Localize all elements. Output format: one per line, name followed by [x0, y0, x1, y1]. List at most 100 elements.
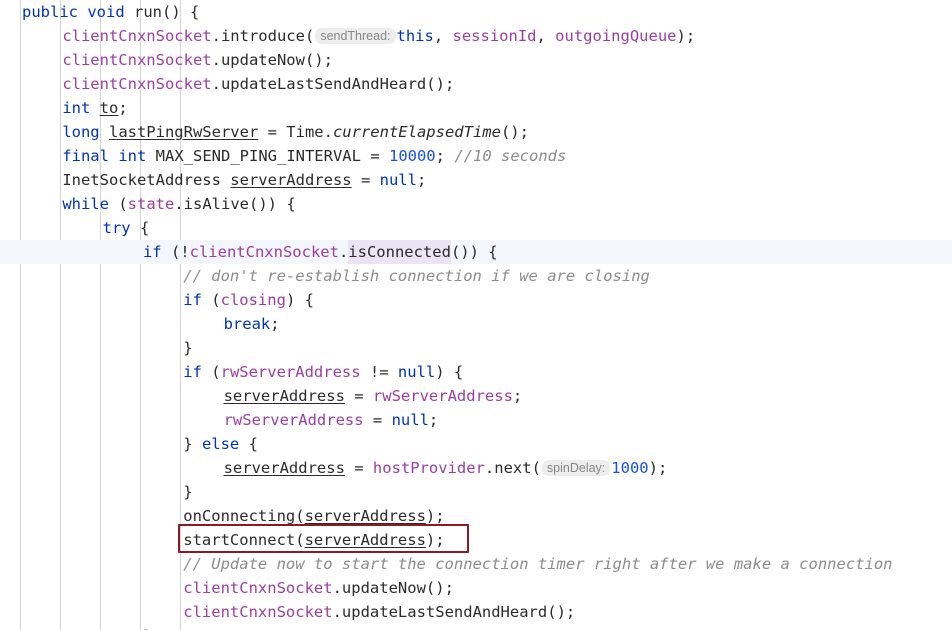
code-line[interactable]: final int MAX_SEND_PING_INTERVAL = 10000… — [0, 144, 952, 168]
code-token-fld: rwServerAddress — [372, 387, 513, 405]
code-token-kw: int — [118, 147, 147, 165]
code-line[interactable]: clientCnxnSocket.updateNow(); — [0, 48, 952, 72]
code-line[interactable]: serverAddress = hostProvider.next(spinDe… — [0, 456, 952, 480]
code-line[interactable]: clientCnxnSocket.updateLastSendAndHeard(… — [0, 72, 952, 96]
code-token-kw: long — [62, 123, 100, 141]
code-token-plain: . — [484, 459, 495, 477]
code-line[interactable]: if (!clientCnxnSocket.isConnected()) { — [0, 240, 952, 264]
code-token-num: 1000 — [611, 459, 649, 477]
code-token-lvar: serverAddress — [223, 459, 345, 477]
code-token-plain: ()) { — [249, 195, 296, 213]
code-token-plain: ; — [118, 99, 128, 117]
code-token-plain: , — [536, 27, 556, 45]
code-token-plain: = — [363, 411, 392, 429]
code-line[interactable]: } else { — [0, 432, 952, 456]
code-token-kw: else — [201, 435, 240, 453]
inlay-parameter-hint[interactable]: spinDelay: — [541, 460, 611, 476]
code-token-plain: , — [433, 27, 453, 45]
code-token-plain: MAX_SEND_PING_INTERVAL — [155, 147, 361, 165]
code-token-plain: ; — [270, 315, 280, 333]
code-line[interactable]: break; — [0, 312, 952, 336]
code-token-plain: ) { — [285, 291, 314, 309]
code-line[interactable]: // don't re-establish connection if we a… — [0, 264, 952, 288]
code-token-plain: ; — [512, 387, 523, 405]
code-token-plain: ); — [425, 507, 445, 525]
code-token-plain: (); — [304, 51, 333, 69]
code-token-kw: if — [183, 363, 202, 381]
code-token-kw: int — [62, 99, 91, 117]
code-line[interactable]: } — [0, 624, 952, 630]
code-token-plain: } — [183, 435, 202, 453]
code-token-fld: hostProvider — [372, 459, 485, 477]
code-token-plain: . — [323, 123, 333, 141]
code-token-mtd: updateLastSendAndHeard — [220, 75, 427, 93]
code-token-fld: clientCnxnSocket — [62, 27, 212, 45]
code-line[interactable]: startConnect(serverAddress); — [0, 528, 952, 552]
code-token-plain: ( — [531, 459, 541, 477]
code-token-fld: rwServerAddress — [223, 411, 364, 429]
code-token-mtd: updateNow — [341, 579, 426, 597]
code-line[interactable]: long lastPingRwServer = Time.currentElap… — [0, 120, 952, 144]
code-token-fld: state — [127, 195, 175, 213]
code-token-plain: } — [143, 624, 152, 630]
code-token-plain: () { — [162, 3, 200, 21]
code-token-plain: . — [211, 75, 221, 93]
code-token-plain: (); — [426, 75, 455, 93]
code-token-plain: . — [211, 51, 221, 69]
code-line[interactable]: } — [0, 336, 952, 360]
code-token-plain: ; — [416, 171, 427, 189]
code-token-fld: rwServerAddress — [220, 363, 361, 381]
code-line[interactable]: rwServerAddress = null; — [0, 408, 952, 432]
code-line[interactable]: while (state.isAlive()) { — [0, 192, 952, 216]
code-token-plain: (); — [547, 603, 576, 621]
code-token-plain: ( — [108, 195, 128, 213]
code-line[interactable]: clientCnxnSocket.updateNow(); — [0, 576, 952, 600]
code-token-kw: null — [397, 363, 436, 381]
code-token-plain: ; — [428, 411, 439, 429]
code-token-kw: void — [87, 3, 125, 21]
code-token-fld: outgoingQueue — [555, 27, 677, 45]
code-token-lvar: serverAddress — [304, 507, 426, 525]
code-token-plain: ( — [295, 531, 305, 549]
inlay-parameter-hint[interactable]: sendThread: — [315, 28, 396, 44]
code-line[interactable]: serverAddress = rwServerAddress; — [0, 384, 952, 408]
code-token-plain: ); — [425, 531, 445, 549]
code-token-plain: ; — [435, 147, 455, 165]
code-token-plain: ( — [295, 507, 305, 525]
code-line[interactable]: clientCnxnSocket.introduce(sendThread: th… — [0, 24, 952, 48]
code-token-stat: currentElapsedTime — [332, 123, 501, 141]
code-line[interactable]: } — [0, 480, 952, 504]
code-token-plain: ); — [676, 27, 696, 45]
code-token-kw: while — [62, 195, 109, 213]
code-token-fld: clientCnxnSocket — [62, 75, 212, 93]
code-line[interactable]: try { — [0, 216, 952, 240]
code-line[interactable]: clientCnxnSocket.updateLastSendAndHeard(… — [0, 600, 952, 624]
code-token-mtd: run — [134, 3, 163, 21]
code-surface[interactable]: public void run() {clientCnxnSocket.intr… — [0, 0, 952, 630]
code-token-mtd: updateNow — [220, 51, 305, 69]
code-token-fld: sessionId — [452, 27, 537, 45]
code-line[interactable]: public void run() { — [0, 0, 952, 24]
code-token-plain: . — [338, 243, 349, 261]
code-token-lvar: serverAddress — [230, 171, 352, 189]
code-line[interactable]: int to; — [0, 96, 952, 120]
code-token-kw: final — [62, 147, 109, 165]
code-editor[interactable]: public void run() {clientCnxnSocket.intr… — [0, 0, 952, 630]
code-line[interactable]: if (rwServerAddress != null) { — [0, 360, 952, 384]
code-token-fld: clientCnxnSocket — [183, 579, 333, 597]
code-token-plain: (); — [425, 579, 454, 597]
code-token-num: 10000 — [388, 147, 436, 165]
code-token-kw: if — [142, 243, 162, 261]
code-token-plain: = — [360, 147, 389, 165]
code-line[interactable]: onConnecting(serverAddress); — [0, 504, 952, 528]
code-token-fld: clientCnxnSocket — [62, 51, 212, 69]
code-line[interactable]: // Update now to start the connection ti… — [0, 552, 952, 576]
code-line[interactable]: if (closing) { — [0, 288, 952, 312]
code-line[interactable]: InetSocketAddress serverAddress = null; — [0, 168, 952, 192]
